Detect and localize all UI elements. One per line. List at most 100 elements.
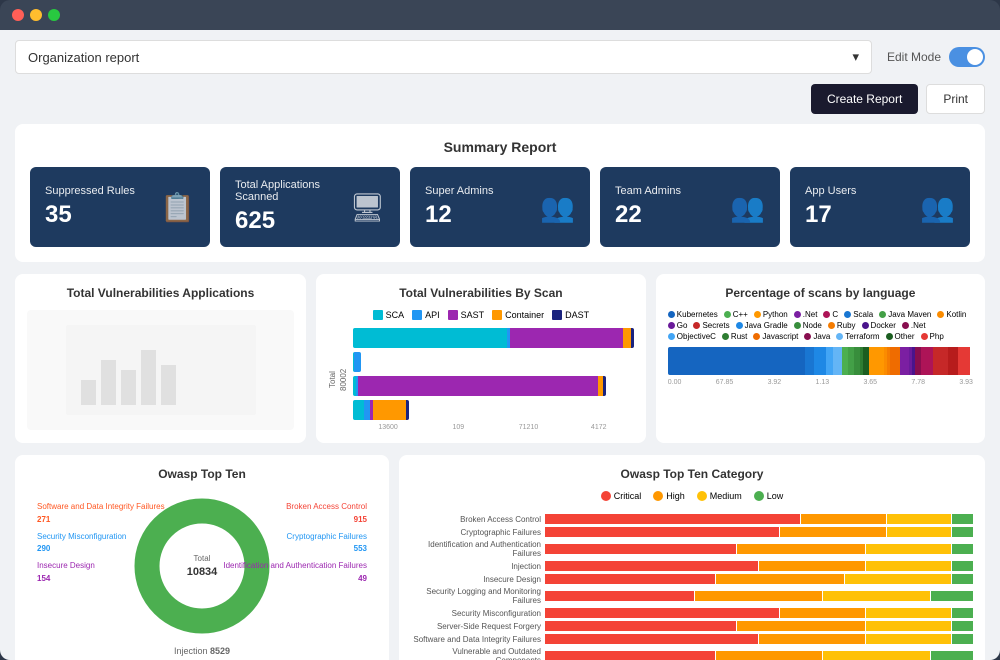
print-button[interactable]: Print	[926, 84, 985, 114]
org-select-label: Organization report	[28, 50, 139, 65]
high-crypto	[780, 527, 886, 537]
owasp-label-sec-logging: Security Logging and Monitoring Failures	[411, 587, 541, 605]
window-controls	[12, 9, 60, 21]
legend-other: Other	[886, 332, 915, 341]
owasp-row-injection: Injection	[411, 561, 973, 571]
owasp-row-broken-access: Broken Access Control	[411, 514, 973, 524]
low-injection	[952, 561, 973, 571]
summary-section: Summary Report Suppressed Rules 35 📋 Tot…	[15, 124, 985, 262]
scan-bar-track-2	[353, 352, 361, 372]
low-insecure	[952, 574, 973, 584]
secrets-color	[693, 322, 700, 329]
critical-crypto	[545, 527, 779, 537]
container-color	[492, 310, 502, 320]
create-report-button[interactable]: Create Report	[811, 84, 918, 114]
owasp-bar-vulnerable	[545, 651, 973, 660]
legend-net2: .Net	[902, 321, 926, 330]
legend-secrets: Secrets	[693, 321, 729, 330]
stat-card-super-admins: Super Admins 12 👥	[410, 167, 590, 247]
owasp-row-sec-logging: Security Logging and Monitoring Failures	[411, 587, 973, 605]
owasp-bar-identification	[545, 544, 973, 554]
lang-x-axis: 0.00 67.85 3.92 1.13 3.65 7.78 3.93	[668, 379, 973, 386]
lang-card: Percentage of scans by language Kubernet…	[656, 274, 985, 443]
label-identification: Identification and Authentication Failur…	[223, 560, 367, 586]
scan-legend-dast: DAST	[552, 310, 589, 320]
high-software	[759, 634, 865, 644]
owasp-row-software: Software and Data Integrity Failures	[411, 634, 973, 644]
stat-label-team-admins: Team Admins	[615, 185, 681, 197]
legend-java-maven: Java Maven	[879, 310, 931, 319]
label-security-misc: Security Misconfiguration290	[37, 531, 165, 557]
medium-software	[866, 634, 951, 644]
medium-logging	[823, 591, 929, 601]
org-select[interactable]: Organization report ▾	[15, 40, 872, 74]
owasp-category-title: Owasp Top Ten Category	[411, 467, 973, 481]
medium-misc	[866, 608, 951, 618]
scan-bar-row-3	[353, 376, 634, 396]
scan-bar-row-4	[353, 400, 634, 420]
java-maven-color	[879, 311, 886, 318]
net2-bar	[948, 347, 957, 375]
owasp-label-crypto: Cryptographic Failures	[411, 528, 541, 537]
medium-insecure	[845, 574, 951, 584]
javascript-color	[753, 333, 760, 340]
container-segment-1	[623, 328, 631, 348]
sast-segment-1	[510, 328, 622, 348]
edit-mode-toggle[interactable]	[949, 47, 985, 67]
c-color	[823, 311, 830, 318]
owasp-row-insecure-design: Insecure Design	[411, 574, 973, 584]
suppressed-icon: 📋	[160, 191, 195, 224]
owasp-bar-sec-misc	[545, 608, 973, 618]
scan-y-axis: Total 80002	[328, 328, 348, 431]
cplus-color	[724, 311, 731, 318]
legend-go: Go	[668, 321, 688, 330]
legend-objectivec: ObjectiveC	[668, 332, 716, 341]
stats-row: Suppressed Rules 35 📋 Total Applications…	[30, 167, 970, 247]
legend-low: Low	[754, 491, 784, 501]
legend-rust: Rust	[722, 332, 747, 341]
close-icon[interactable]	[12, 9, 24, 21]
chevron-down-icon: ▾	[852, 49, 859, 65]
owasp-row-crypto: Cryptographic Failures	[411, 527, 973, 537]
svg-text:10834: 10834	[187, 566, 218, 578]
owasp-row-ssrf: Server-Side Request Forgery	[411, 621, 973, 631]
owasp-bar-sec-logging	[545, 591, 973, 601]
medium-broken	[887, 514, 951, 524]
sast-segment-3	[358, 376, 598, 396]
vuln-scan-title: Total Vulnerabilities By Scan	[328, 286, 634, 300]
maximize-icon[interactable]	[48, 9, 60, 21]
owasp-label-insecure-design: Insecure Design	[411, 575, 541, 584]
legend-java: Java	[804, 332, 830, 341]
legend-java-gradle: Java Gradle	[736, 321, 788, 330]
vuln-scan-card: Total Vulnerabilities By Scan SCA API SA…	[316, 274, 646, 443]
team-admins-icon: 👥	[730, 191, 765, 224]
low-crypto	[952, 527, 973, 537]
scan-legend-sca: SCA	[373, 310, 405, 320]
action-buttons: Create Report Print	[15, 84, 985, 114]
vuln-apps-title: Total Vulnerabilities Applications	[27, 286, 294, 300]
owasp-bar-broken-access	[545, 514, 973, 524]
medium-vulnerable	[823, 651, 929, 660]
owasp-top-ten-title: Owasp Top Ten	[27, 467, 377, 481]
owasp-row-identification: Identification and Authentication Failur…	[411, 540, 973, 558]
medium-ssrf	[866, 621, 951, 631]
owasp-bar-insecure-design	[545, 574, 973, 584]
summary-title: Summary Report	[30, 139, 970, 155]
low-vulnerable	[931, 651, 974, 660]
owasp-bar-software	[545, 634, 973, 644]
java-gradle-bar	[814, 347, 826, 375]
ruby-color	[828, 322, 835, 329]
minimize-icon[interactable]	[30, 9, 42, 21]
stat-value-suppressed: 35	[45, 201, 135, 229]
legend-kubernetes: Kubernetes	[668, 310, 718, 319]
scan-chart-container: Total 80002	[328, 328, 634, 431]
low-ssrf	[952, 621, 973, 631]
go-color	[668, 322, 675, 329]
sca-color	[373, 310, 383, 320]
python-color	[754, 311, 761, 318]
docker-color	[862, 322, 869, 329]
java-gradle-color	[736, 322, 743, 329]
owasp-label-injection: Injection	[411, 562, 541, 571]
scala-bar	[805, 347, 814, 375]
label-crypto: Cryptographic Failures553	[223, 531, 367, 557]
